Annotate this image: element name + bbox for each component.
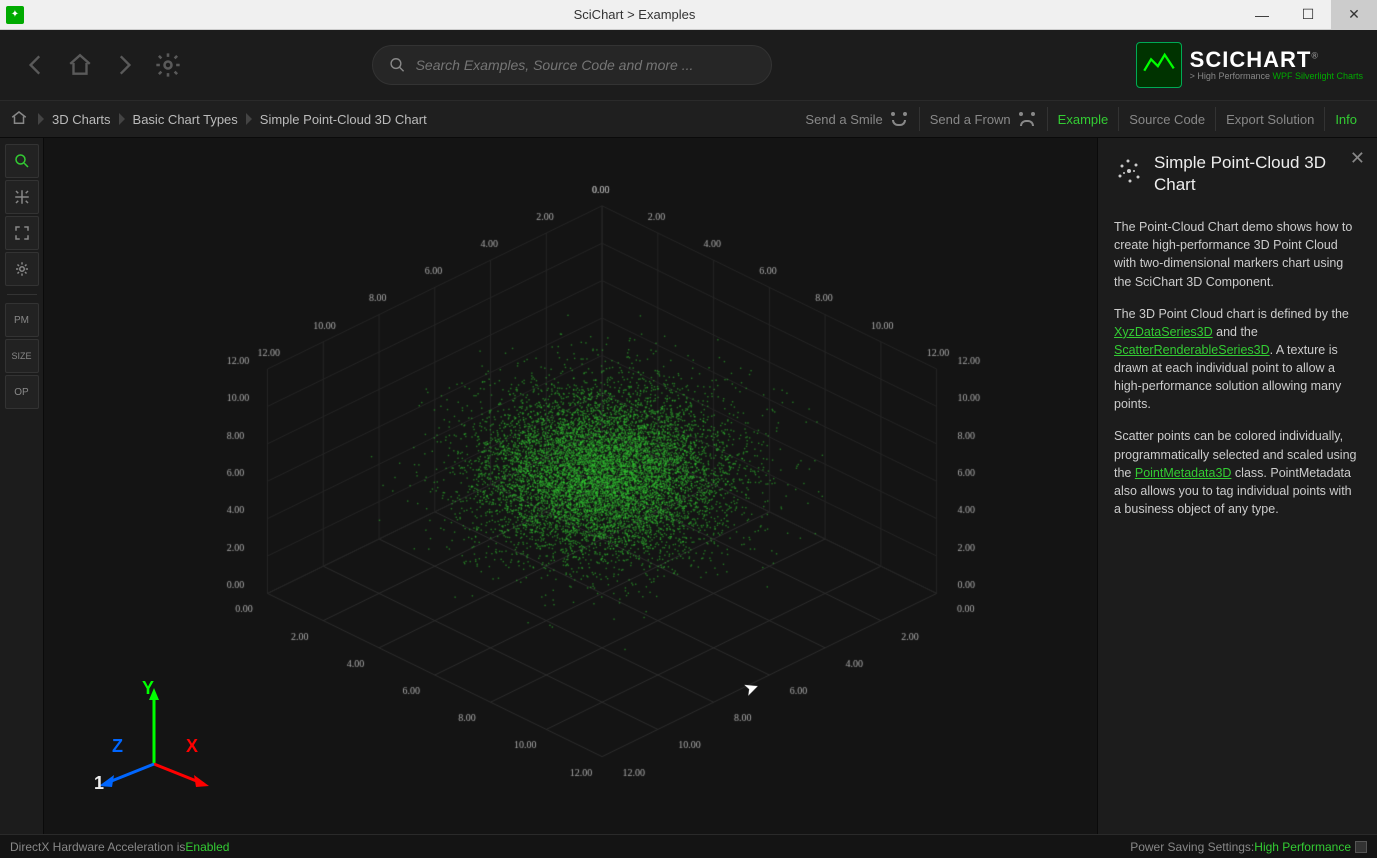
breadcrumb-home-icon[interactable] xyxy=(10,109,30,129)
svg-text:X: X xyxy=(186,736,198,756)
frown-icon xyxy=(1017,112,1037,126)
window-title: SciChart > Examples xyxy=(30,7,1239,22)
size-tool-button[interactable]: SIZE xyxy=(5,339,39,373)
svg-text:Y: Y xyxy=(142,678,154,698)
search-box[interactable] xyxy=(372,45,772,85)
info-panel: ✕ Simple Point-Cloud 3D Chart The Point-… xyxy=(1097,138,1377,834)
search-input[interactable] xyxy=(416,57,755,73)
zoom-tool-button[interactable] xyxy=(5,144,39,178)
chevron-right-icon xyxy=(119,113,125,125)
breadcrumb-item[interactable]: Basic Chart Types xyxy=(129,112,242,127)
status-bar: DirectX Hardware Acceleration is Enabled… xyxy=(0,834,1377,858)
hw-accel-value: Enabled xyxy=(185,840,229,854)
fullscreen-tool-button[interactable] xyxy=(5,216,39,250)
smile-icon xyxy=(889,112,909,126)
close-panel-button[interactable]: ✕ xyxy=(1350,148,1365,169)
maximize-button[interactable]: ☐ xyxy=(1285,0,1331,30)
search-icon xyxy=(389,56,406,74)
link-pointmetadata3d[interactable]: PointMetadata3D xyxy=(1135,466,1232,480)
status-indicator[interactable] xyxy=(1355,841,1367,853)
window-close-button[interactable]: ✕ xyxy=(1331,0,1377,30)
tab-example[interactable]: Example xyxy=(1047,107,1119,131)
breadcrumb-row: 3D Charts Basic Chart Types Simple Point… xyxy=(0,100,1377,138)
scatter-icon xyxy=(1114,156,1144,186)
power-saving-label: Power Saving Settings: xyxy=(1130,840,1254,854)
info-panel-title: Simple Point-Cloud 3D Chart xyxy=(1154,152,1361,196)
brand-logo: SCICHART® > High Performance WPF Silverl… xyxy=(1136,42,1363,88)
send-frown-button[interactable]: Send a Frown xyxy=(919,107,1047,131)
app-icon: ✦ xyxy=(6,6,24,24)
send-smile-button[interactable]: Send a Smile xyxy=(795,107,918,131)
pan-tool-button[interactable] xyxy=(5,180,39,214)
minimize-button[interactable]: — xyxy=(1239,0,1285,30)
op-tool-button[interactable]: OP xyxy=(5,375,39,409)
chevron-right-icon xyxy=(246,113,252,125)
breadcrumb-item[interactable]: 3D Charts xyxy=(48,112,115,127)
window-titlebar: ✦ SciChart > Examples — ☐ ✕ xyxy=(0,0,1377,30)
pm-tool-button[interactable]: PM xyxy=(5,303,39,337)
back-button[interactable] xyxy=(20,49,52,81)
logo-icon xyxy=(1136,42,1182,88)
info-panel-body: The Point-Cloud Chart demo shows how to … xyxy=(1114,218,1361,518)
link-scatterrenderableseries3d[interactable]: ScatterRenderableSeries3D xyxy=(1114,343,1270,357)
top-toolbar: SCICHART® > High Performance WPF Silverl… xyxy=(0,30,1377,100)
chart-3d-viewport[interactable]: Y X Z 1 ➤ xyxy=(44,138,1097,834)
tab-export-solution[interactable]: Export Solution xyxy=(1215,107,1324,131)
settings-button[interactable] xyxy=(152,49,184,81)
power-saving-value: High Performance xyxy=(1254,840,1351,854)
link-xyzdataseries3d[interactable]: XyzDataSeries3D xyxy=(1114,325,1213,339)
chart-overlay-number: 1 xyxy=(94,773,104,794)
breadcrumb-item[interactable]: Simple Point-Cloud 3D Chart xyxy=(256,112,431,127)
hw-accel-label: DirectX Hardware Acceleration is xyxy=(10,840,185,854)
tab-info[interactable]: Info xyxy=(1324,107,1367,131)
tab-source-code[interactable]: Source Code xyxy=(1118,107,1215,131)
chart-tools-sidebar: PM SIZE OP xyxy=(0,138,44,834)
axis-gizmo: Y X Z xyxy=(94,674,214,794)
gear-tool-button[interactable] xyxy=(5,252,39,286)
chevron-right-icon xyxy=(38,113,44,125)
logo-name: SCICHART xyxy=(1190,47,1312,72)
forward-button[interactable] xyxy=(108,49,140,81)
home-button[interactable] xyxy=(64,49,96,81)
svg-text:Z: Z xyxy=(112,736,123,756)
